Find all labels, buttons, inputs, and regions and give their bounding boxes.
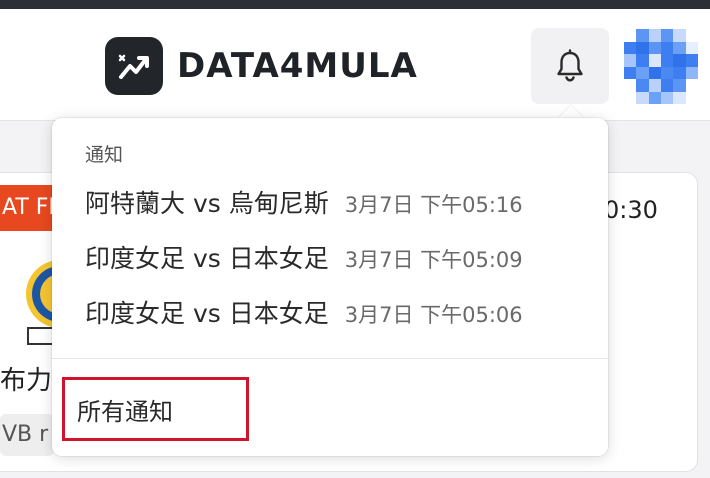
match-badge: VB r	[0, 414, 55, 456]
trend-chart-icon	[105, 37, 163, 95]
notification-match: 阿特蘭大 vs 烏甸尼斯	[85, 189, 329, 218]
notification-item[interactable]: 印度女足 vs 日本女足 3月7日 下午05:09	[85, 239, 523, 279]
dropdown-divider	[52, 358, 608, 359]
notification-time: 3月7日 下午05:09	[344, 248, 523, 272]
site-header: DATA4MULA	[0, 9, 710, 121]
team-name: 布力	[0, 366, 53, 396]
top-dark-strip	[0, 0, 710, 9]
bell-icon	[557, 49, 583, 82]
notification-time: 3月7日 下午05:06	[344, 303, 523, 327]
notifications-button[interactable]	[531, 28, 609, 104]
match-time: 0:30	[604, 196, 658, 224]
user-avatar[interactable]	[624, 29, 698, 104]
notification-item[interactable]: 印度女足 vs 日本女足 3月7日 下午05:06	[85, 294, 523, 334]
notification-match: 印度女足 vs 日本女足	[85, 299, 329, 328]
brand-logo[interactable]: DATA4MULA	[105, 37, 418, 95]
all-notifications-link[interactable]: 所有通知	[62, 377, 249, 441]
dropdown-title: 通知	[85, 144, 124, 166]
notifications-dropdown: 通知 阿特蘭大 vs 烏甸尼斯 3月7日 下午05:16 印度女足 vs 日本女…	[52, 118, 608, 456]
brand-name: DATA4MULA	[177, 46, 418, 86]
notification-time: 3月7日 下午05:16	[344, 193, 523, 217]
notification-match: 印度女足 vs 日本女足	[85, 244, 329, 273]
notification-item[interactable]: 阿特蘭大 vs 烏甸尼斯 3月7日 下午05:16	[85, 184, 523, 224]
